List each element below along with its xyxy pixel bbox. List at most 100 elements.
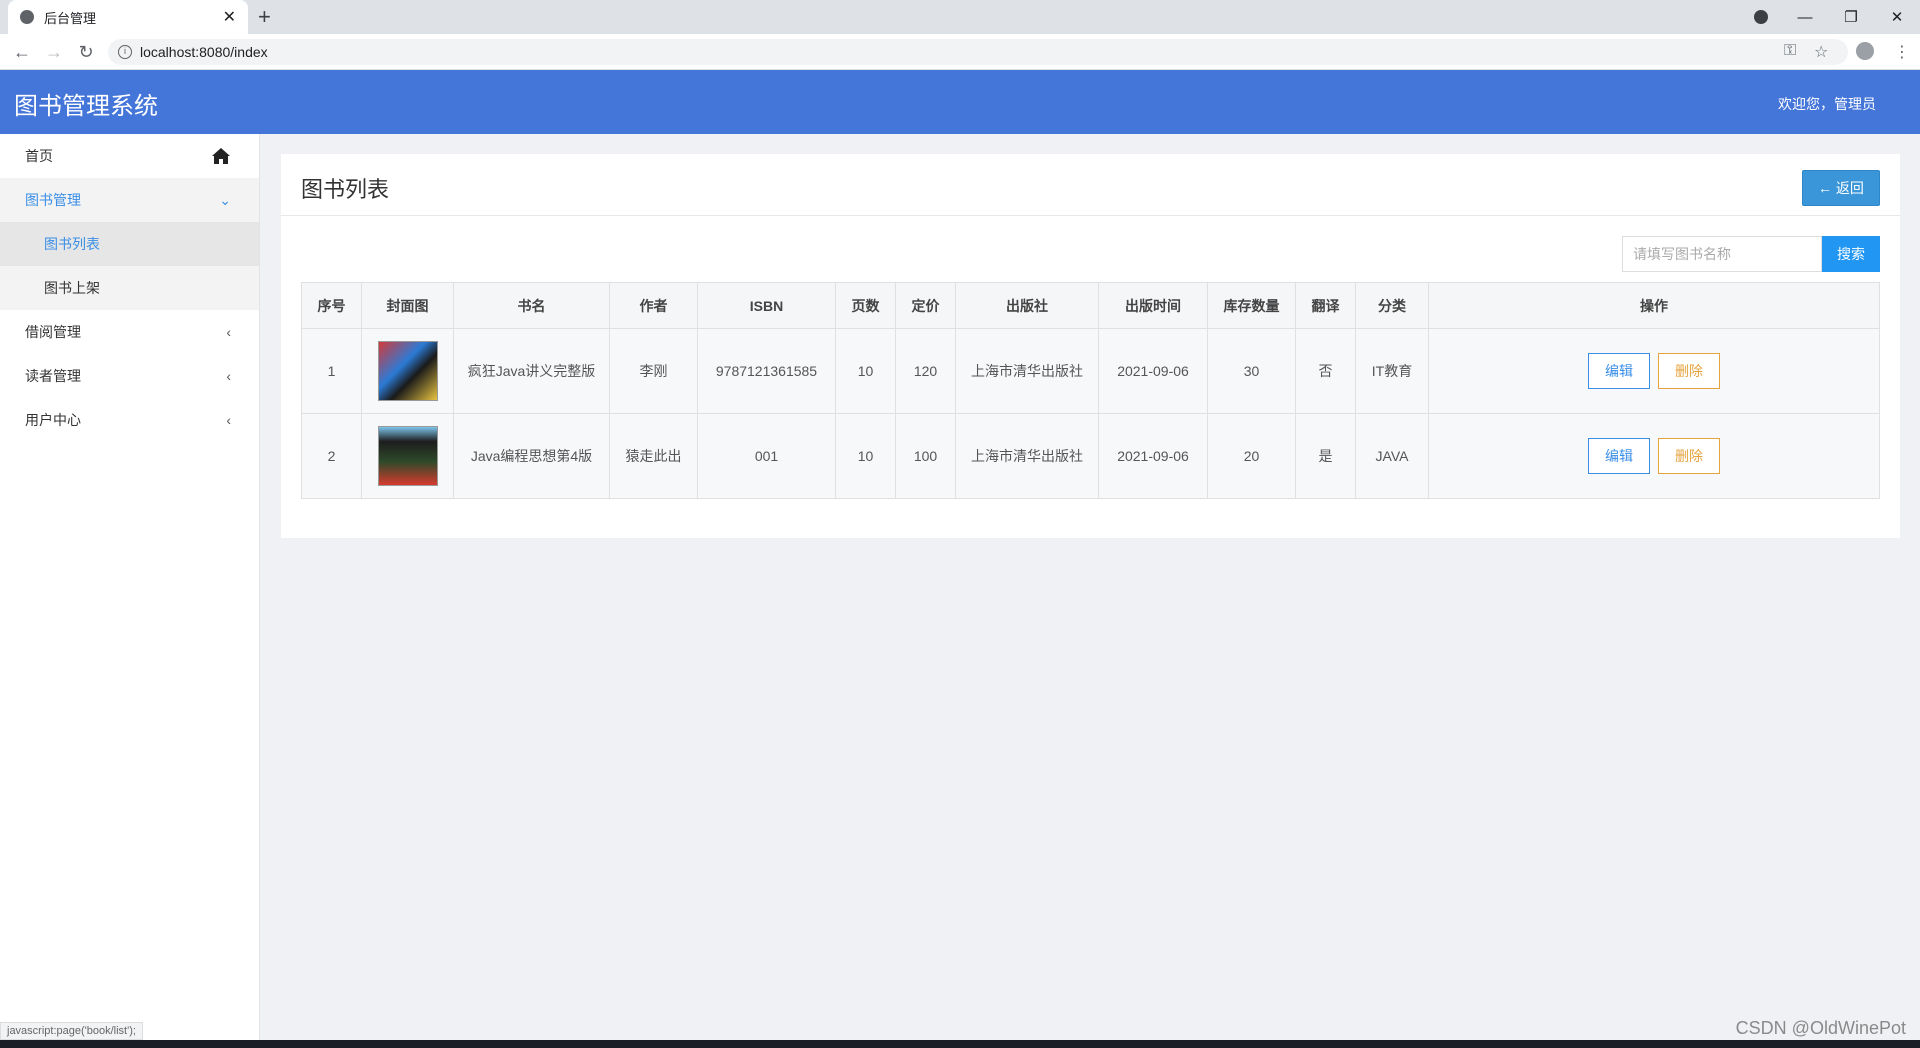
forward-arrow-icon[interactable]: →: [42, 40, 66, 64]
search-button[interactable]: 搜索: [1822, 236, 1880, 272]
cell-translated: 是: [1295, 413, 1356, 499]
key-icon[interactable]: ⚿: [1784, 42, 1796, 60]
cell-no: 2: [301, 413, 362, 499]
book-name-search-input[interactable]: [1622, 236, 1822, 272]
cell-pages: 10: [835, 413, 896, 499]
cell-no: 1: [301, 328, 362, 414]
column-header: 书名: [453, 282, 610, 329]
cell-name: Java编程思想第4版: [453, 413, 610, 499]
sidebar-item-user-center[interactable]: 用户中心 ‹: [0, 398, 259, 442]
cell-publisher: 上海市清华出版社: [955, 328, 1099, 414]
column-header: 序号: [301, 282, 362, 329]
table-header-row: 序号 封面图 书名 作者 ISBN 页数 定价 出版社 出版时间 库存数量 翻译…: [301, 282, 1880, 329]
column-header: 出版时间: [1098, 282, 1208, 329]
column-header: 分类: [1355, 282, 1429, 329]
chevron-left-icon: ‹: [226, 412, 231, 428]
cell-actions: 编辑 删除: [1428, 328, 1880, 414]
window-close-icon[interactable]: ✕: [1874, 0, 1920, 34]
column-header: 作者: [609, 282, 698, 329]
column-header: 操作: [1428, 282, 1880, 329]
cell-translated: 否: [1295, 328, 1356, 414]
cell-name: 疯狂Java讲义完整版: [453, 328, 610, 414]
column-header: 封面图: [361, 282, 454, 329]
cell-category: IT教育: [1355, 328, 1429, 414]
delete-button[interactable]: 删除: [1658, 438, 1720, 474]
cell-date: 2021-09-06: [1098, 413, 1208, 499]
restore-icon[interactable]: ❐: [1828, 0, 1874, 34]
column-header: 翻译: [1295, 282, 1356, 329]
sidebar-item-borrow-management[interactable]: 借阅管理 ‹: [0, 310, 259, 354]
chevron-left-icon: ‹: [226, 368, 231, 384]
cell-stock: 30: [1207, 328, 1296, 414]
panel-header: 图书列表 ← 返回: [281, 154, 1900, 216]
cell-pages: 10: [835, 328, 896, 414]
cell-price: 100: [895, 413, 956, 499]
column-header: ISBN: [697, 282, 836, 329]
browser-tab[interactable]: 后台管理 ✕: [8, 0, 248, 34]
account-icon[interactable]: [1856, 42, 1874, 65]
cell-publisher: 上海市清华出版社: [955, 413, 1099, 499]
cell-isbn: 001: [697, 413, 836, 499]
watermark: CSDN @OldWinePot: [1735, 1018, 1906, 1038]
sidebar-item-reader-management[interactable]: 读者管理 ‹: [0, 354, 259, 398]
chevron-down-icon: ⌄: [219, 191, 231, 208]
cell-date: 2021-09-06: [1098, 328, 1208, 414]
globe-icon: [20, 10, 34, 24]
delete-button[interactable]: 删除: [1658, 353, 1720, 389]
address-bar: ← → ↻ i localhost:8080/index ⚿ ☆ ⋮: [0, 34, 1920, 70]
cell-price: 120: [895, 328, 956, 414]
page-title: 图书列表: [301, 177, 390, 202]
column-header: 库存数量: [1207, 282, 1296, 329]
book-cover-image[interactable]: [377, 426, 438, 486]
cell-stock: 20: [1207, 413, 1296, 499]
cell-isbn: 9787121361585: [697, 328, 836, 414]
table-row: 2 Java编程思想第4版 猿走此出 001 10 100 上海市清华出版社 2…: [301, 413, 1880, 499]
cell-cover: [361, 413, 454, 499]
sidebar-item-label: 图书列表: [44, 236, 100, 252]
sidebar-item-book-shelve[interactable]: 图书上架: [0, 266, 259, 310]
chevron-left-icon: ‹: [226, 324, 231, 340]
back-arrow-icon[interactable]: ←: [10, 40, 34, 64]
more-menu-icon[interactable]: ⋮: [1894, 42, 1910, 62]
cell-category: JAVA: [1355, 413, 1429, 499]
book-table: 序号 封面图 书名 作者 ISBN 页数 定价 出版社 出版时间 库存数量 翻译…: [301, 282, 1880, 499]
search-bar: 搜索: [1622, 236, 1880, 272]
sidebar-item-label: 读者管理: [25, 368, 81, 384]
new-tab-icon[interactable]: +: [258, 4, 271, 30]
close-tab-icon[interactable]: ✕: [223, 7, 236, 27]
sidebar-item-label: 图书上架: [44, 280, 100, 296]
sidebar-item-book-management[interactable]: 图书管理 ⌄: [0, 178, 259, 222]
tab-title: 后台管理: [44, 10, 97, 26]
sidebar-item-label: 图书管理: [25, 192, 81, 208]
edit-button[interactable]: 编辑: [1588, 353, 1650, 389]
profile-dropdown-icon[interactable]: [1738, 0, 1784, 34]
column-header: 出版社: [955, 282, 1099, 329]
reload-icon[interactable]: ↻: [74, 40, 98, 64]
column-header: 页数: [835, 282, 896, 329]
welcome-text[interactable]: 欢迎您，管理员: [1778, 94, 1876, 114]
table-row: 1 疯狂Java讲义完整版 李刚 9787121361585 10 120 上海…: [301, 328, 1880, 414]
url-field[interactable]: i localhost:8080/index: [108, 39, 1848, 65]
star-icon[interactable]: ☆: [1814, 42, 1828, 62]
sidebar-item-home[interactable]: 首页: [0, 134, 259, 178]
cell-cover: [361, 328, 454, 414]
book-list-panel: 图书列表 ← 返回 搜索 序号 封面图 书名 作者 ISBN 页数 定价 出版社…: [281, 154, 1900, 538]
sidebar: 首页 图书管理 ⌄ 图书列表 图书上架 借阅管理 ‹ 读者管理 ‹ 用户中心 ‹: [0, 134, 260, 1040]
edit-button[interactable]: 编辑: [1588, 438, 1650, 474]
home-icon: [212, 148, 230, 164]
info-icon[interactable]: i: [118, 45, 132, 59]
sidebar-item-label: 用户中心: [25, 412, 81, 428]
cell-author: 李刚: [609, 328, 698, 414]
app-header: 图书管理系统 欢迎您，管理员: [0, 70, 1920, 134]
minimize-icon[interactable]: —: [1782, 0, 1828, 34]
cell-actions: 编辑 删除: [1428, 413, 1880, 499]
cell-author: 猿走此出: [609, 413, 698, 499]
sidebar-item-book-list[interactable]: 图书列表: [0, 222, 259, 266]
book-cover-image[interactable]: [377, 341, 438, 401]
url-text: localhost:8080/index: [140, 44, 268, 60]
browser-status-bar: javascript:page('book/list');: [0, 1022, 143, 1040]
sidebar-item-label: 借阅管理: [25, 324, 81, 340]
sidebar-item-label: 首页: [25, 148, 53, 164]
browser-tab-bar: 后台管理 ✕ + — ❐ ✕: [0, 0, 1920, 34]
back-button[interactable]: ← 返回: [1802, 170, 1880, 206]
